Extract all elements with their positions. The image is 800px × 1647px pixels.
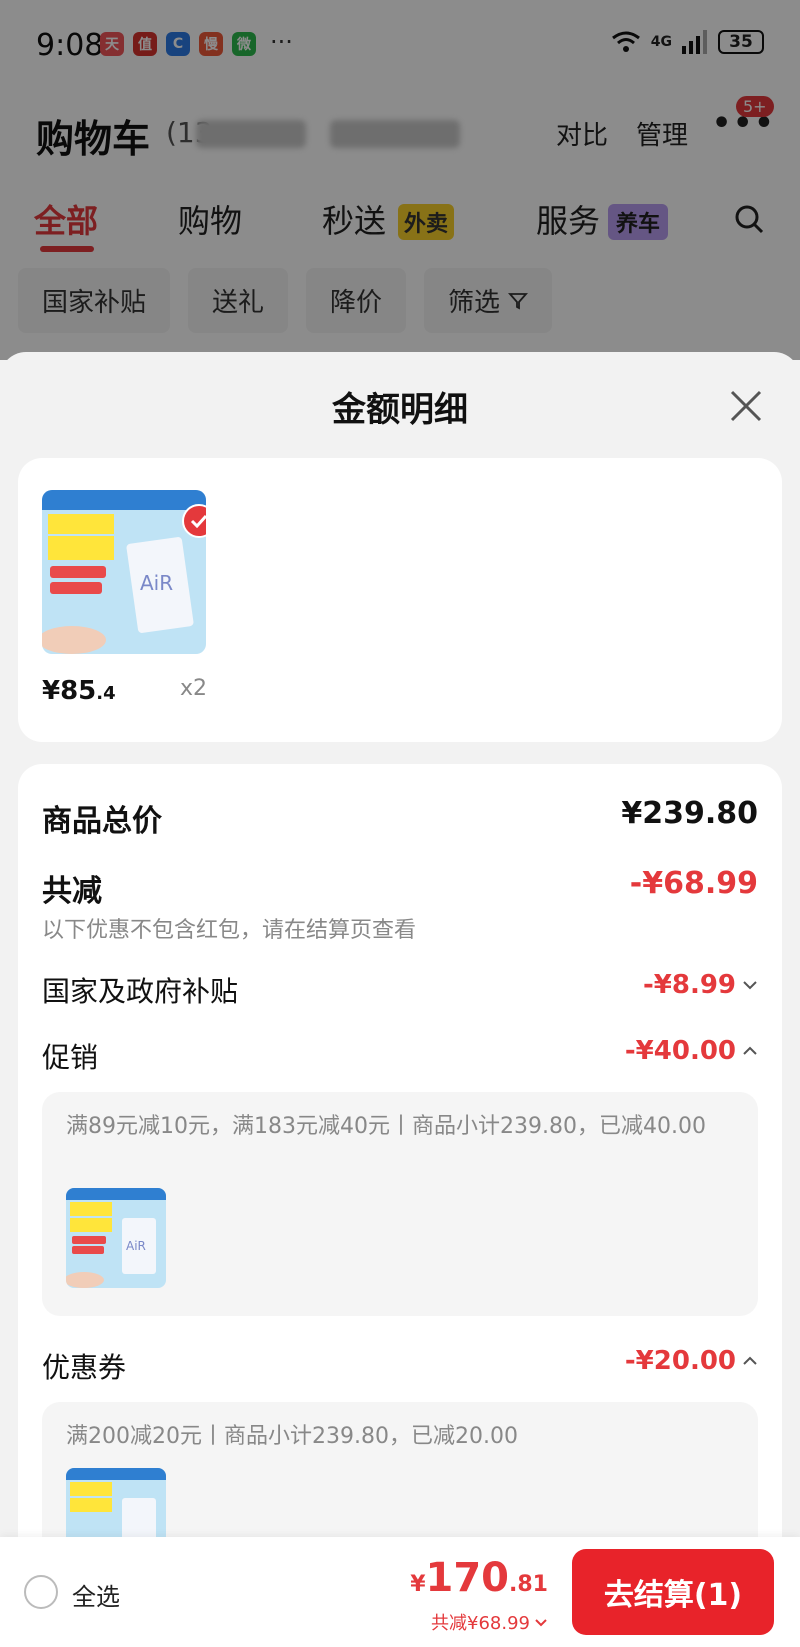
subtotal-value: ¥239.80 [621,796,758,831]
total-price: ¥ 170 .81 [410,1555,548,1601]
coupon-detail-text: 满200减20元丨商品小计239.80，已减20.00 [66,1424,518,1449]
product-image-art: AiR [42,490,206,654]
select-all-checkbox[interactable] [24,1575,58,1609]
coupon-value-wrap: -¥20.00 [625,1346,758,1376]
promotion-detail-box: 满89元减10元，满183元减40元丨商品小计239.80，已减40.00 Ai… [42,1092,758,1316]
discount-hint: 以下优惠不包含红包，请在结算页查看 [42,918,417,943]
chevron-up-icon [743,1356,757,1365]
gov-subsidy-row[interactable]: 国家及政府补贴 -¥8.99 [42,970,758,1010]
close-icon[interactable] [728,388,764,424]
product-image[interactable]: AiR [42,490,206,654]
subtotal-label: 商品总价 [42,804,162,839]
gov-subsidy-value-wrap: -¥8.99 [643,970,758,1000]
coupon-value: -¥20.00 [624,1346,736,1376]
total-int: 170 [425,1555,510,1601]
promotion-value: -¥40.00 [624,1036,736,1066]
subtotal-row: 商品总价 ¥239.80 [42,796,758,839]
chevron-up-icon [743,1046,757,1055]
product-price-dec: .4 [96,683,116,704]
promotion-product-thumb: AiR [66,1188,166,1288]
total-saved[interactable]: 共减¥68.99 [431,1609,548,1635]
product-price-int: ¥85 [42,676,97,706]
amount-detail-sheet: 金额明细 AiR ¥85.4 x2 商品总价 ¥239.80 共减 -¥68.9… [0,352,800,1647]
chevron-down-icon [743,981,757,990]
svg-text:AiR: AiR [126,1239,146,1253]
select-all-label[interactable]: 全选 [72,1577,120,1612]
promotion-value-wrap: -¥40.00 [625,1036,758,1066]
sheet-title: 金额明细 [332,390,468,430]
checkout-button[interactable]: 去结算(1) [572,1549,774,1635]
svg-text:AiR: AiR [140,571,173,595]
promotion-product-art: AiR [66,1188,166,1288]
gov-subsidy-label: 国家及政府补贴 [42,975,239,1008]
dim-overlay[interactable] [0,0,800,360]
coupon-label: 优惠券 [42,1351,127,1384]
promotion-row[interactable]: 促销 -¥40.00 [42,1036,758,1076]
total-saved-text: 共减¥68.99 [431,1613,530,1634]
price-detail-card: 商品总价 ¥239.80 共减 -¥68.99 以下优惠不包含红包，请在结算页查… [18,764,782,1647]
product-card: AiR ¥85.4 x2 [18,458,782,742]
product-quantity: x2 [180,676,208,701]
coupon-row[interactable]: 优惠券 -¥20.00 [42,1346,758,1386]
total-dec: .81 [509,1572,548,1597]
total-discount-value: -¥68.99 [629,866,758,901]
chevron-down-icon [535,1618,547,1626]
total-currency: ¥ [410,1572,426,1597]
checkout-bar: 全选 ¥ 170 .81 共减¥68.99 去结算(1) [0,1537,800,1647]
total-discount-row: 共减 -¥68.99 [42,866,758,909]
promotion-detail-text: 满89元减10元，满183元减40元丨商品小计239.80，已减40.00 [66,1114,706,1139]
gov-subsidy-value: -¥8.99 [642,970,736,1000]
promotion-label: 促销 [42,1041,99,1074]
total-discount-label: 共减 [42,874,102,909]
product-price: ¥85.4 [42,676,116,706]
